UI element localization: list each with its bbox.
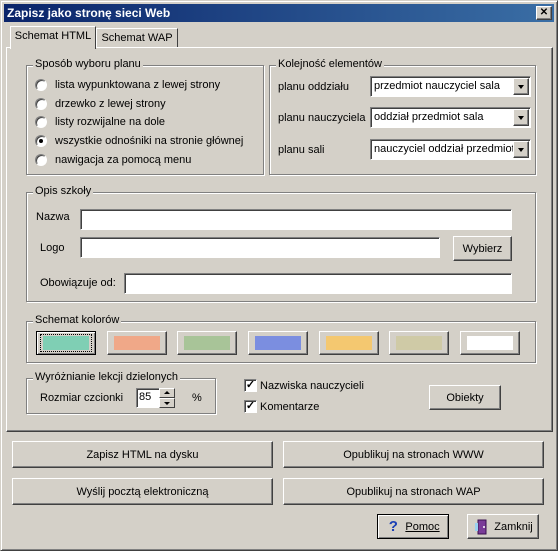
button-label: Zamknij xyxy=(494,520,533,533)
school-name-input[interactable] xyxy=(80,209,512,230)
comments-checkbox[interactable]: ✓ xyxy=(244,400,257,413)
logo-label: Logo xyxy=(40,242,65,254)
radio-label: listy rozwijalne na dole xyxy=(55,116,166,128)
chevron-down-icon[interactable] xyxy=(513,78,529,95)
checkmark-icon: ✓ xyxy=(245,379,256,391)
publish-wap-button[interactable]: Opublikuj na stronach WAP xyxy=(283,478,544,505)
font-size-label: Rozmiar czcionki xyxy=(40,392,124,404)
order-row-label: planu sali xyxy=(278,144,325,156)
group-legend: Schemat kolorów xyxy=(33,314,122,326)
close-icon: ✕ xyxy=(539,7,549,18)
color-swatch xyxy=(255,336,301,350)
button-label: Wybierz xyxy=(462,242,503,255)
radio-option[interactable]: nawigacja za pomocą menu xyxy=(35,153,191,167)
publish-www-button[interactable]: Opublikuj na stronach WWW xyxy=(283,441,544,468)
comments-label: Komentarze xyxy=(260,401,320,413)
button-label: Pomoc xyxy=(405,520,440,533)
order-select-teacher[interactable]: oddział przedmiot sala xyxy=(370,107,531,128)
color-swatch-button[interactable] xyxy=(460,331,520,355)
radio-button-selected[interactable] xyxy=(35,135,47,147)
color-swatch xyxy=(184,336,230,350)
radio-button[interactable] xyxy=(35,98,47,110)
group-legend: Opis szkoły xyxy=(33,185,94,197)
chevron-down-icon[interactable] xyxy=(513,141,529,158)
select-value: nauczyciel oddział przedmiot xyxy=(374,143,515,155)
send-email-button[interactable]: Wyślij pocztą elektroniczną xyxy=(12,478,273,505)
window-title: Zapisz jako stronę sieci Web xyxy=(7,6,171,20)
button-label: Opublikuj na stronach WWW xyxy=(343,448,484,461)
color-swatch-button[interactable] xyxy=(389,331,449,355)
radio-label: lista wypunktowana z lewej strony xyxy=(55,79,221,91)
logo-path-input[interactable] xyxy=(80,237,440,258)
order-select-class[interactable]: przedmiot nauczyciel sala xyxy=(370,76,531,97)
radio-option[interactable]: listy rozwijalne na dole xyxy=(35,115,165,129)
radio-button[interactable] xyxy=(35,154,47,166)
color-swatch-button[interactable] xyxy=(177,331,237,355)
focus-ring xyxy=(40,334,92,352)
valid-from-label: Obowiązuje od: xyxy=(40,277,116,289)
save-html-button[interactable]: Zapisz HTML na dysku xyxy=(12,441,273,468)
checkmark-icon: ✓ xyxy=(245,400,256,412)
button-label: Zapisz HTML na dysku xyxy=(86,448,199,461)
percent-unit: % xyxy=(192,392,202,404)
valid-from-input[interactable] xyxy=(124,273,512,294)
select-value: oddział przedmiot sala xyxy=(374,111,484,123)
group-legend: Kolejność elementów xyxy=(276,58,384,70)
button-label: Obiekty xyxy=(446,391,484,404)
order-select-room[interactable]: nauczyciel oddział przedmiot xyxy=(370,139,531,160)
button-label: Opublikuj na stronach WAP xyxy=(346,485,481,498)
color-swatch xyxy=(114,336,160,350)
radio-label: wszystkie odnośniki na stronie głównej xyxy=(55,135,244,147)
select-value: przedmiot nauczyciel sala xyxy=(374,80,500,92)
teacher-names-checkbox[interactable]: ✓ xyxy=(244,379,257,392)
name-label: Nazwa xyxy=(36,211,70,223)
font-size-input[interactable]: 85 xyxy=(136,388,161,408)
title-bar: Zapisz jako stronę sieci Web ✕ xyxy=(4,4,554,22)
color-swatch xyxy=(467,336,513,350)
objects-button[interactable]: Obiekty xyxy=(429,385,501,410)
input-value: 85 xyxy=(139,391,152,403)
color-swatch xyxy=(326,336,372,350)
color-swatch xyxy=(396,336,442,350)
radio-button[interactable] xyxy=(35,116,47,128)
tab-label: Schemat HTML xyxy=(14,30,92,42)
radio-label: drzewko z lewej strony xyxy=(55,98,166,110)
browse-logo-button[interactable]: Wybierz xyxy=(453,236,512,261)
tab-label: Schemat WAP xyxy=(101,32,173,44)
arrow-down-icon[interactable] xyxy=(159,398,175,408)
radio-option[interactable]: drzewko z lewej strony xyxy=(35,97,166,111)
color-swatch-button[interactable] xyxy=(36,331,96,355)
radio-button[interactable] xyxy=(35,79,47,91)
radio-label: nawigacja za pomocą menu xyxy=(55,154,192,166)
color-swatch-button[interactable] xyxy=(248,331,308,355)
tab-schemat-html[interactable]: Schemat HTML xyxy=(10,26,96,49)
help-button[interactable]: ? Pomoc xyxy=(377,514,449,539)
order-row-label: planu oddziału xyxy=(278,81,349,93)
close-button[interactable]: Zamknij xyxy=(467,514,539,539)
color-swatch-button[interactable] xyxy=(319,331,379,355)
arrow-up-icon[interactable] xyxy=(159,388,175,398)
chevron-down-icon[interactable] xyxy=(513,109,529,126)
save-as-web-dialog: Zapisz jako stronę sieci Web ✕ Schemat H… xyxy=(0,0,558,551)
group-legend: Sposób wyboru planu xyxy=(33,58,143,70)
plan-selection-group: Sposób wyboru planu lista wypunktowana z… xyxy=(26,58,264,175)
group-legend: Wyróżnianie lekcji dzielonych xyxy=(33,371,180,383)
exit-door-icon xyxy=(473,519,489,535)
tab-schemat-wap[interactable]: Schemat WAP xyxy=(96,28,178,48)
radio-option[interactable]: wszystkie odnośniki na stronie głównej xyxy=(35,134,243,148)
close-window-button[interactable]: ✕ xyxy=(536,6,552,20)
order-row-label: planu nauczyciela xyxy=(278,112,366,124)
button-label: Wyślij pocztą elektroniczną xyxy=(76,485,209,498)
font-size-stepper[interactable] xyxy=(159,388,175,408)
color-swatch-button[interactable] xyxy=(107,331,167,355)
help-icon: ? xyxy=(388,517,398,535)
teacher-names-label: Nazwiska nauczycieli xyxy=(260,380,364,392)
radio-option[interactable]: lista wypunktowana z lewej strony xyxy=(35,78,220,92)
